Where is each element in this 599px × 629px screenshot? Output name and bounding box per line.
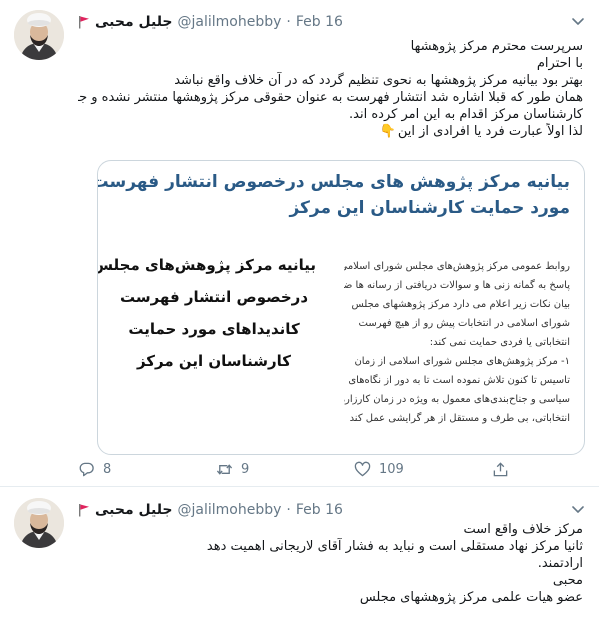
retweet-count: 9 xyxy=(241,461,250,477)
tweet-line: با احترام xyxy=(536,56,583,71)
like-count: 109 xyxy=(379,461,404,477)
reply-button[interactable]: 8 xyxy=(78,461,111,478)
reply-icon xyxy=(79,462,94,476)
avatar[interactable] xyxy=(14,498,64,548)
tweet-line: سرپرست محترم مرکز پژوهشها xyxy=(410,39,583,54)
retweet-button[interactable]: 9 xyxy=(216,461,249,478)
tweet-line: ارادتمند. xyxy=(537,556,583,571)
card-body-text: روابط عمومی مرکز پژوهش‌های مجلس شورای اس… xyxy=(344,257,570,447)
card-headline-line: بیانیه مرکز پژوهش‌های مجلس xyxy=(97,256,316,274)
chevron-down-icon[interactable] xyxy=(569,500,587,518)
card-headline-line: کارشناسان این مرکز xyxy=(136,352,292,370)
card-headline-line: درخصوص انتشار فهرست xyxy=(119,288,309,306)
tweet-date[interactable]: Feb 16 xyxy=(296,14,343,30)
share-icon xyxy=(493,461,508,476)
tweet-actions: 8 9 109 xyxy=(78,458,558,480)
separator-dot: · xyxy=(286,14,291,30)
tweet-line-text: لذا اولاً عبارت فرد یا افرادی از این xyxy=(397,124,583,139)
tweet-line: بهتر بود بیانیه مرکز پژوهشها به نحوی تنظ… xyxy=(174,73,583,88)
card-text-line: انتخاباتی یا فردی حمایت نمی کند: xyxy=(429,337,570,348)
card-text-line: انتخاباتی، بی طرف و مستقل از هر گرایشی ع… xyxy=(349,413,570,424)
tweet-text: مرکز خلاف واقع است ثانیا مرکز نهاد مستقل… xyxy=(78,521,583,606)
card-headline: بیانیه مرکز پژوهش‌های مجلس درخصوص انتشار… xyxy=(97,249,316,377)
separator-dot: · xyxy=(286,502,291,518)
tweet-line: عضو هیات علمی مرکز پژوهشهای مجلس xyxy=(359,590,583,605)
tweet-line: ثانیا مرکز نهاد مستقلی است و نباید به فش… xyxy=(206,539,583,554)
author-handle[interactable]: @jalilmohebby xyxy=(178,14,282,30)
share-button[interactable] xyxy=(492,461,509,478)
heart-icon xyxy=(354,461,371,476)
card-headline-line: کاندیداهای مورد حمایت xyxy=(128,320,300,338)
card-text-line: روابط عمومی مرکز پژوهش‌های مجلس شورای اس… xyxy=(344,261,570,272)
card-text-line: ۱- مرکز پژوهش‌های مجلس شورای اسلامی از ز… xyxy=(354,356,570,367)
flag-icon xyxy=(79,504,89,517)
avatar[interactable] xyxy=(14,10,64,60)
like-button[interactable]: 109 xyxy=(354,461,404,478)
media-card[interactable]: بیانیه مرکز پژوهش های مجلس درخصوص انتشار… xyxy=(97,160,585,455)
card-title-line: مورد حمایت کارشناسان این مرکز xyxy=(289,198,570,218)
tweet-line: محبی xyxy=(552,573,583,588)
profile-photo-icon xyxy=(14,10,64,60)
tweet-text: سرپرست محترم مرکز پژوهشها با احترام بهتر… xyxy=(78,38,583,140)
card-title-line: بیانیه مرکز پژوهش های مجلس درخصوص انتشار… xyxy=(97,172,570,192)
tweet-line: لذا اولاً عبارت فرد یا افرادی از این👇 xyxy=(78,123,583,140)
retweet-icon xyxy=(216,463,233,475)
author-handle[interactable]: @jalilmohebby xyxy=(178,502,282,518)
tweet-line: همان طور که قبلا اشاره شد انتشار فهرست ب… xyxy=(78,90,583,105)
tweet-header: جلیل محبی @jalilmohebby · Feb 16 xyxy=(78,12,538,32)
card-text-line: بیان نکات زیر اعلام می دارد مرکز پژوهشها… xyxy=(351,299,570,310)
tweet[interactable]: جلیل محبی @jalilmohebby · Feb 16 سرپرست … xyxy=(0,0,599,487)
reply-count: 8 xyxy=(103,461,112,477)
tweet-line: کارشناسان مرکز اقدام به این امر کرده اند… xyxy=(349,107,583,122)
tweet[interactable]: جلیل محبی @jalilmohebby · Feb 16 مرکز خل… xyxy=(0,488,599,629)
tweet-line: مرکز خلاف واقع است xyxy=(463,522,583,537)
card-text-line: سیاسی و جناح‌بندی‌های معمول به ویژه در ز… xyxy=(344,394,570,405)
author-name[interactable]: جلیل محبی xyxy=(95,14,173,30)
card-text-line: تاسیس تا کنون تلاش نموده است تا به دور ا… xyxy=(348,375,570,386)
chevron-down-icon[interactable] xyxy=(569,12,587,30)
flag-icon xyxy=(79,16,89,29)
tweet-date[interactable]: Feb 16 xyxy=(296,502,343,518)
profile-photo-icon xyxy=(14,498,64,548)
pointing-down-emoji-icon: 👇 xyxy=(379,124,396,139)
author-name[interactable]: جلیل محبی xyxy=(95,502,173,518)
card-title: بیانیه مرکز پژوهش های مجلس درخصوص انتشار… xyxy=(97,169,570,221)
card-text-line: پاسخ به گمانه زنی ها و سوالات دریافتی از… xyxy=(344,280,570,291)
card-text-line: شورای اسلامی در انتخابات پیش رو از هیچ ف… xyxy=(358,318,571,329)
tweet-header: جلیل محبی @jalilmohebby · Feb 16 xyxy=(78,500,538,520)
